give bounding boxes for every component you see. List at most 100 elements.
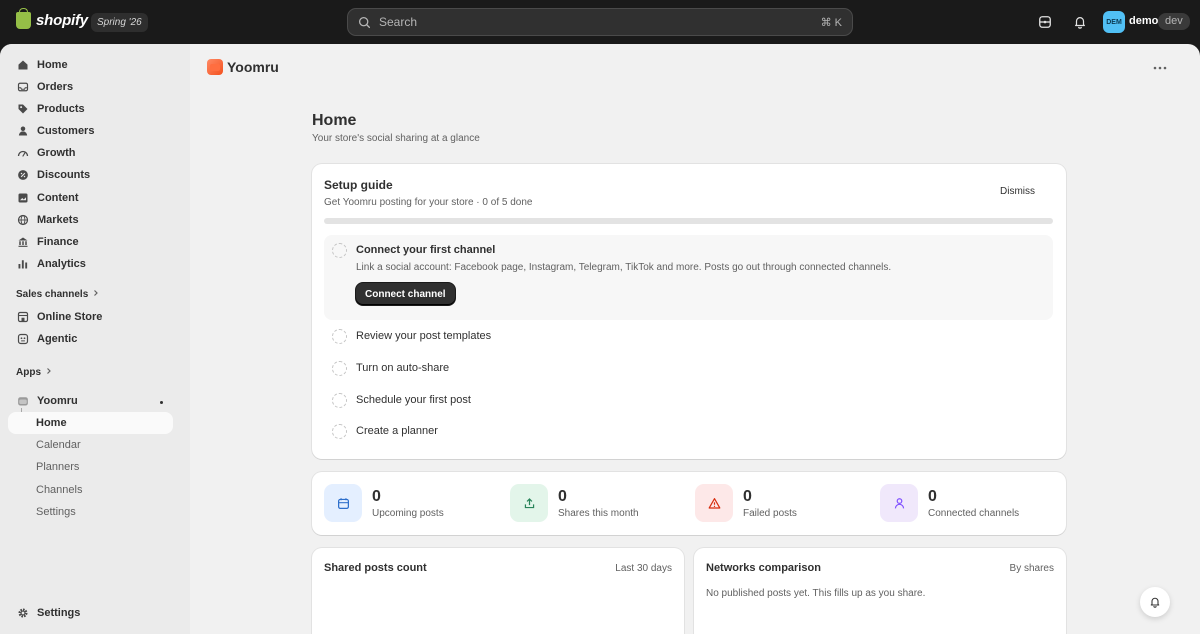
card-title: Shared posts count [324, 562, 427, 574]
networks-comparison-card: Networks comparison By shares No publish… [694, 548, 1066, 634]
sidebar-item-products[interactable]: Products [8, 98, 173, 120]
sales-channels-header[interactable]: Sales channels [16, 289, 100, 300]
sidebar-item-online-store[interactable]: Online Store [8, 306, 173, 328]
sidebar-subitem-home[interactable]: Home [8, 412, 173, 434]
sidebar-item-growth[interactable]: Growth [8, 142, 173, 164]
agentic-icon [16, 333, 29, 346]
step-checkbox[interactable] [332, 393, 347, 408]
chevron-right-icon [92, 289, 100, 300]
step-title[interactable]: Turn on auto-share [356, 362, 449, 374]
top-bar: shopify Spring '26 Search ⌘ K DEM demo d… [0, 0, 1200, 44]
step-title[interactable]: Review your post templates [356, 330, 491, 342]
search-shortcut: ⌘ K [820, 16, 842, 29]
card-title: Networks comparison [706, 562, 821, 574]
shopify-logo[interactable]: shopify [16, 8, 88, 29]
env-badge: dev [1158, 13, 1190, 30]
ellipsis-icon [1153, 66, 1167, 70]
sidebar-item-settings[interactable]: Settings [8, 602, 173, 624]
sidebar-item-label: Growth [37, 147, 76, 159]
stat-label: Failed posts [743, 507, 797, 519]
sidebar-item-customers[interactable]: Customers [8, 120, 173, 142]
setup-guide-title: Setup guide [324, 178, 393, 192]
section-label: Sales channels [16, 289, 89, 300]
notifications-fab-button[interactable] [1140, 587, 1170, 617]
stat-value: 0 [928, 487, 937, 505]
sidebar: Home Orders Products Customers Growth Di… [0, 44, 190, 634]
stat-label: Upcoming posts [372, 507, 444, 519]
stat-value: 0 [558, 487, 567, 505]
stat-label: Shares this month [558, 507, 639, 519]
search-icon [358, 16, 371, 28]
step-description: Link a social account: Facebook page, In… [356, 262, 892, 273]
content-icon [16, 192, 29, 205]
step-checkbox[interactable] [332, 329, 347, 344]
bar-chart-icon [16, 258, 29, 271]
stat-value: 0 [372, 487, 381, 505]
sidebar-item-analytics[interactable]: Analytics [8, 253, 173, 275]
sidebar-item-orders[interactable]: Orders [8, 76, 173, 98]
yoomru-app-icon [16, 395, 29, 408]
step-checkbox[interactable] [332, 361, 347, 376]
shared-posts-count-card: Shared posts count Last 30 days [312, 548, 684, 634]
bell-icon [1150, 597, 1160, 608]
stat-connected-channels: 0 Connected channels [880, 484, 1019, 522]
edition-badge: Spring '26 [91, 13, 148, 32]
step-title[interactable]: Schedule your first post [356, 394, 471, 406]
sidebar-subitem-calendar[interactable]: Calendar [8, 434, 173, 456]
sidebar-item-label: Analytics [37, 258, 86, 270]
sidebar-item-content[interactable]: Content [8, 187, 173, 209]
setup-guide-card: Setup guide Get Yoomru posting for your … [312, 164, 1066, 459]
sidebar-item-yoomru[interactable]: Yoomru [8, 390, 173, 412]
stat-shares-this-month: 0 Shares this month [510, 484, 639, 522]
inbox-icon [16, 81, 29, 94]
store-icon [16, 311, 29, 324]
bank-icon [16, 236, 29, 249]
dismiss-button[interactable]: Dismiss [1000, 186, 1035, 197]
bell-icon[interactable] [1071, 13, 1089, 31]
date-range-label[interactable]: Last 30 days [615, 563, 672, 574]
store-name[interactable]: demo [1129, 15, 1158, 27]
gear-icon [16, 607, 29, 620]
empty-state-text: No published posts yet. This fills up as… [706, 588, 926, 599]
step-checkbox[interactable] [332, 243, 347, 258]
avatar[interactable]: DEM [1103, 11, 1125, 33]
sort-label[interactable]: By shares [1010, 563, 1054, 574]
share-icon [510, 484, 548, 522]
chevron-right-icon [45, 367, 53, 378]
sidebar-item-markets[interactable]: Markets [8, 209, 173, 231]
globe-icon [16, 214, 29, 227]
sidebar-item-label: Markets [37, 214, 79, 226]
step-checkbox[interactable] [332, 424, 347, 439]
sidebar-item-label: Yoomru [37, 395, 78, 407]
step-title[interactable]: Connect your first channel [356, 244, 495, 256]
home-icon [16, 59, 29, 72]
person-icon [880, 484, 918, 522]
sidebar-item-label: Orders [37, 81, 74, 93]
stat-upcoming-posts: 0 Upcoming posts [324, 484, 444, 522]
sidebar-item-discounts[interactable]: Discounts [8, 164, 173, 186]
sidebar-item-label: Finance [37, 236, 79, 248]
sidebar-subitem-channels[interactable]: Channels [8, 479, 173, 501]
more-actions-button[interactable] [1150, 60, 1170, 76]
search-placeholder: Search [379, 15, 418, 29]
section-label: Apps [16, 367, 41, 378]
sidebar-item-label: Home [37, 59, 68, 71]
sidebar-subitem-planners[interactable]: Planners [8, 456, 173, 478]
sidebar-item-label: Products [37, 103, 85, 115]
apps-header[interactable]: Apps [16, 367, 53, 378]
page-subtitle: Your store's social sharing at a glance [312, 133, 480, 144]
sidebar-item-label: Online Store [37, 311, 103, 323]
search-input[interactable]: Search ⌘ K [347, 8, 853, 36]
stat-label: Connected channels [928, 507, 1020, 519]
connect-channel-button[interactable]: Connect channel [356, 283, 455, 305]
stat-failed-posts: 0 Failed posts [695, 484, 797, 522]
yoomru-logo-icon [207, 59, 223, 75]
sidebar-item-agentic[interactable]: Agentic [8, 328, 173, 350]
alert-triangle-icon [695, 484, 733, 522]
step-title[interactable]: Create a planner [356, 425, 438, 437]
sidebar-item-home[interactable]: Home [8, 54, 173, 76]
sidebar-subitem-settings[interactable]: Settings [8, 501, 173, 523]
store-switch-icon[interactable] [1036, 13, 1054, 31]
page-title: Home [312, 112, 357, 129]
sidebar-item-finance[interactable]: Finance [8, 231, 173, 253]
